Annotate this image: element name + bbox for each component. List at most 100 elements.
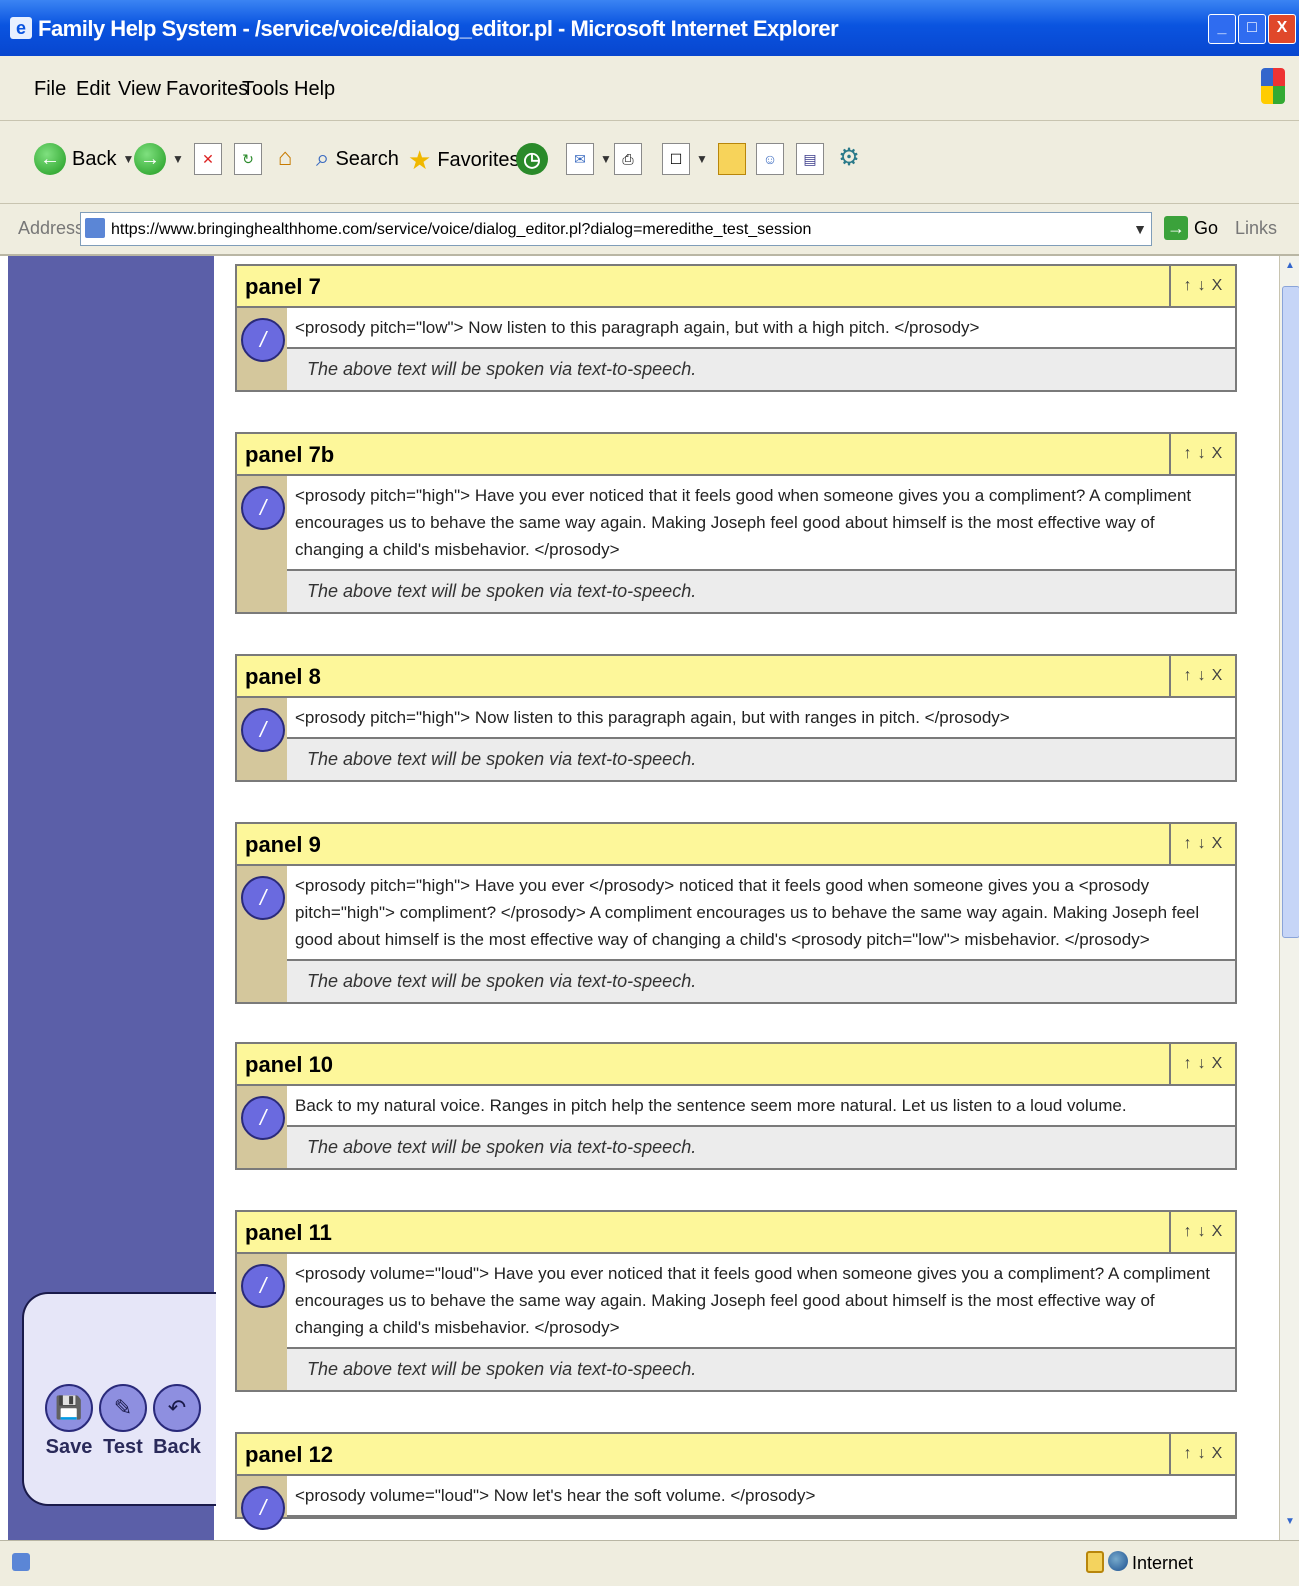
menu-file[interactable]: File <box>34 78 66 101</box>
edit-dropdown-icon[interactable]: ▼ <box>696 152 708 166</box>
panel-text[interactable]: <prosody pitch="high"> Have you ever not… <box>287 476 1235 571</box>
panel-11: panel 11 ↑ ↓ X / <prosody volume="loud">… <box>235 1210 1237 1392</box>
move-down-icon[interactable]: ↓ <box>1198 667 1206 685</box>
remove-icon[interactable]: X <box>1212 667 1223 685</box>
move-up-icon[interactable]: ↑ <box>1184 1223 1192 1241</box>
mail-dropdown-icon[interactable]: ▼ <box>600 152 612 166</box>
menu-tools[interactable]: Tools <box>242 78 289 101</box>
forward-button[interactable]: → ▼ <box>134 143 184 175</box>
address-input[interactable] <box>109 217 1113 243</box>
home-icon: ⌂ <box>277 144 293 171</box>
panel-text[interactable]: <prosody pitch="low"> Now listen to this… <box>287 308 1235 349</box>
panel-12: panel 12 ↑ ↓ X / <prosody volume="loud">… <box>235 1432 1237 1530</box>
mail-icon: ✉ <box>566 143 594 175</box>
panel-text[interactable]: <prosody volume="loud"> Have you ever no… <box>287 1254 1235 1349</box>
extra-tool-button[interactable]: ⚙ <box>836 143 862 173</box>
print-icon: ⎙ <box>614 143 642 175</box>
search-button[interactable]: ⌕ Search <box>316 145 399 173</box>
menu-edit[interactable]: Edit <box>76 78 110 101</box>
vertical-scrollbar[interactable]: ▲ ▼ <box>1279 256 1299 1540</box>
remove-icon[interactable]: X <box>1212 1445 1223 1463</box>
history-button[interactable]: ◷ <box>516 143 548 175</box>
address-dropdown-icon[interactable]: ▼ <box>1133 221 1147 237</box>
window-title: Family Help System - /service/voice/dial… <box>38 16 839 41</box>
close-button[interactable]: X <box>1268 14 1296 44</box>
research-button[interactable]: ▤ <box>796 143 824 175</box>
panel-title: panel 12 <box>245 1442 334 1467</box>
panel-text[interactable]: <prosody pitch="high"> Now listen to thi… <box>287 698 1235 739</box>
history-icon: ◷ <box>516 143 548 175</box>
remove-icon[interactable]: X <box>1212 277 1223 295</box>
page-icon <box>85 218 105 238</box>
move-down-icon[interactable]: ↓ <box>1198 277 1206 295</box>
menu-bar: File Edit View Favorites Tools Help <box>0 56 1299 121</box>
panel-note: The above text will be spoken via text-t… <box>287 349 1235 390</box>
page-content: 💾 Save ✎ Test ↶ Back panel 7 ↑ ↓ X / <pr… <box>8 256 1279 1540</box>
maximize-button[interactable]: □ <box>1238 14 1266 44</box>
move-up-icon[interactable]: ↑ <box>1184 667 1192 685</box>
scrollbar-thumb[interactable] <box>1282 286 1299 938</box>
back-button[interactable]: ← Back ▼ <box>34 143 134 175</box>
test-icon: ✎ <box>99 1384 147 1432</box>
move-up-icon[interactable]: ↑ <box>1184 1055 1192 1073</box>
edit-button[interactable]: ☐ ▼ <box>662 143 708 175</box>
favorites-button[interactable]: ★ Favorites <box>408 145 520 176</box>
back-action-button[interactable]: ↶ Back <box>152 1384 202 1459</box>
move-down-icon[interactable]: ↓ <box>1198 1055 1206 1073</box>
remove-icon[interactable]: X <box>1212 445 1223 463</box>
scroll-up-icon[interactable]: ▲ <box>1282 260 1298 280</box>
test-button[interactable]: ✎ Test <box>98 1384 148 1459</box>
panel-note: The above text will be spoken via text-t… <box>287 571 1235 612</box>
save-button[interactable]: 💾 Save <box>44 1384 94 1459</box>
go-button[interactable]: → Go <box>1164 216 1218 240</box>
panel-note: The above text will be spoken via text-t… <box>287 1127 1235 1168</box>
move-up-icon[interactable]: ↑ <box>1184 445 1192 463</box>
title-bar: e Family Help System - /service/voice/di… <box>0 0 1299 56</box>
scroll-down-icon[interactable]: ▼ <box>1282 1516 1298 1536</box>
panel-title: panel 7b <box>245 442 335 467</box>
go-arrow-icon: → <box>1164 216 1188 240</box>
menu-favorites[interactable]: Favorites <box>166 78 248 101</box>
refresh-button[interactable]: ↻ <box>234 143 262 175</box>
stop-button[interactable]: ✕ <box>194 143 222 175</box>
discuss-button[interactable] <box>718 143 746 175</box>
move-up-icon[interactable]: ↑ <box>1184 835 1192 853</box>
remove-icon[interactable]: X <box>1212 835 1223 853</box>
discuss-icon <box>718 143 746 175</box>
menu-view[interactable]: View <box>118 78 161 101</box>
move-up-icon[interactable]: ↑ <box>1184 1445 1192 1463</box>
panel-controls: ↑ ↓ X <box>1169 1434 1235 1474</box>
panel-text[interactable]: <prosody pitch="high"> Have you ever </p… <box>287 866 1235 961</box>
forward-dropdown-icon[interactable]: ▼ <box>172 152 184 166</box>
panel-title: panel 10 <box>245 1052 334 1077</box>
panel-8: panel 8 ↑ ↓ X / <prosody pitch="high"> N… <box>235 654 1237 782</box>
remove-icon[interactable]: X <box>1212 1223 1223 1241</box>
messenger-button[interactable]: ☺ <box>756 143 784 175</box>
panel-text[interactable]: Back to my natural voice. Ranges in pitc… <box>287 1086 1235 1127</box>
print-button[interactable]: ⎙ <box>614 143 642 175</box>
panel-9: panel 9 ↑ ↓ X / <prosody pitch="high"> H… <box>235 822 1237 1004</box>
speech-icon: / <box>241 1096 285 1140</box>
home-button[interactable]: ⌂ <box>272 143 298 173</box>
mail-button[interactable]: ✉ ▼ <box>566 143 612 175</box>
messenger-icon: ☺ <box>756 143 784 175</box>
panel-title: panel 11 <box>245 1220 332 1245</box>
zone-label: Internet <box>1132 1553 1194 1573</box>
edit-icon: ☐ <box>662 143 690 175</box>
move-up-icon[interactable]: ↑ <box>1184 277 1192 295</box>
links-button[interactable]: Links <box>1235 218 1277 239</box>
lock-icon <box>1086 1551 1104 1573</box>
back-dropdown-icon[interactable]: ▼ <box>122 152 134 166</box>
move-down-icon[interactable]: ↓ <box>1198 835 1206 853</box>
toolbar: ← Back ▼ → ▼ ✕ ↻ ⌂ ⌕ Search ★ Favorites … <box>0 121 1299 204</box>
panel-10: panel 10 ↑ ↓ X / Back to my natural voic… <box>235 1042 1237 1170</box>
move-down-icon[interactable]: ↓ <box>1198 1223 1206 1241</box>
move-down-icon[interactable]: ↓ <box>1198 445 1206 463</box>
move-down-icon[interactable]: ↓ <box>1198 1445 1206 1463</box>
panel-text[interactable]: <prosody volume="loud"> Now let's hear t… <box>287 1476 1235 1517</box>
minimize-button[interactable]: _ <box>1208 14 1236 44</box>
menu-help[interactable]: Help <box>294 78 335 101</box>
remove-icon[interactable]: X <box>1212 1055 1223 1073</box>
speech-icon: / <box>241 876 285 920</box>
action-panel: 💾 Save ✎ Test ↶ Back <box>22 1292 216 1506</box>
